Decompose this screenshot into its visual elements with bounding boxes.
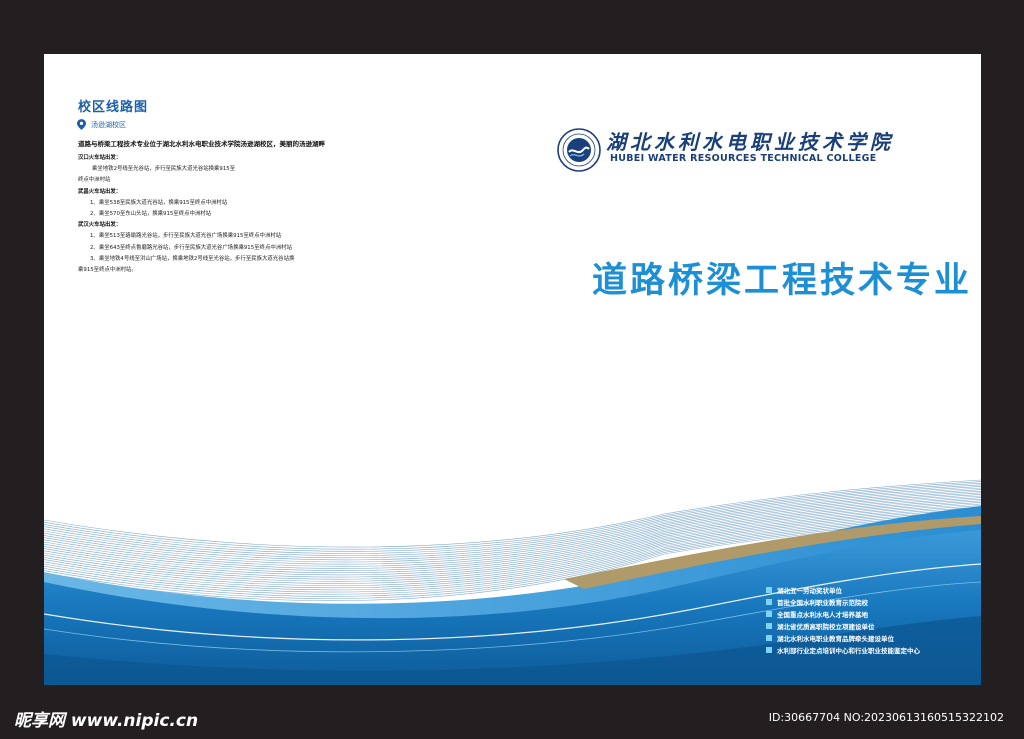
- campus-name: 汤逊湖校区: [91, 120, 126, 129]
- watermark-id: ID:30667704 NO:20230613160515322102: [768, 711, 1004, 724]
- honor-text: 湖北省优质高职院校立项建设单位: [777, 623, 875, 631]
- square-bullet-icon: [766, 647, 772, 653]
- route-line: 汉口火车站出发：: [78, 155, 122, 161]
- honor-item: 全国重点水利水电人才培养基地: [766, 608, 920, 620]
- honor-text: 湖北五一劳动奖状单位: [777, 587, 842, 595]
- college-name-cn: 湖北水利水电职业技术学院: [606, 130, 894, 154]
- college-name-en: HUBEI WATER RESOURCES TECHNICAL COLLEGE: [610, 153, 877, 164]
- campus-location: 汤逊湖校区: [77, 119, 126, 130]
- honor-text: 湖北水利水电职业教育品牌牵头建设单位: [777, 635, 894, 643]
- square-bullet-icon: [766, 635, 772, 641]
- college-seal-icon: [557, 128, 601, 172]
- square-bullet-icon: [766, 599, 772, 605]
- route-line: 2、乘坐643至终点鲁磨路光谷站，步行至民族大道光谷广场换乘915至终点中洲村站: [90, 244, 292, 251]
- square-bullet-icon: [766, 587, 772, 593]
- route-line: 2、乘坐570至东山头站，换乘915至终点中洲村站: [90, 211, 212, 218]
- route-line: 武汉火车站出发：: [78, 222, 122, 229]
- honor-item: 湖北五一劳动奖状单位: [766, 584, 920, 596]
- square-bullet-icon: [766, 611, 772, 617]
- honor-text: 水利部行业定点培训中心和行业职业技能鉴定中心: [777, 647, 920, 655]
- square-bullet-icon: [766, 623, 772, 629]
- route-intro: 道路与桥梁工程技术专业位于湖北水利水电职业技术学院汤逊湖校区，美丽的汤逊湖畔: [78, 140, 325, 148]
- honor-item: 湖北水利水电职业教育品牌牵头建设单位: [766, 632, 920, 644]
- honors-list: 湖北五一劳动奖状单位 首批全国水利职业教育示范院校 全国重点水利水电人才培养基地 湖北…: [766, 584, 920, 656]
- route-line: 1、乘坐513至珞瑜路光谷站，步行至民族大道光谷广场换乘915至终点中洲村站: [90, 233, 282, 240]
- route-map-title: 校区线路图: [78, 100, 149, 115]
- honor-text: 首批全国水利职业教育示范院校: [777, 599, 868, 607]
- major-title: 道路桥梁工程技术专业: [592, 261, 973, 301]
- route-directions: 汉口火车站出发： 乘坐地铁2号线至光谷站，步行至民族大道光谷站换乘915至终点中洲…: [78, 153, 408, 276]
- route-line: 终点中洲村站: [78, 177, 111, 184]
- watermark-site: 昵享网 www.nipic.cn: [14, 711, 199, 731]
- route-line: 乘915至终点中洲村站。: [78, 267, 137, 274]
- honor-item: 水利部行业定点培训中心和行业职业技能鉴定中心: [766, 644, 920, 656]
- brochure-cover: 校区线路图 汤逊湖校区 道路与桥梁工程技术专业位于湖北水利水电职业技术学院汤逊湖…: [44, 54, 981, 685]
- route-line: 1、乘坐538至民族大道光谷站，换乘915至终点中洲村站: [90, 199, 228, 206]
- honor-item: 湖北省优质高职院校立项建设单位: [766, 620, 920, 632]
- route-line: 武昌火车站出发：: [78, 188, 122, 195]
- honor-item: 首批全国水利职业教育示范院校: [766, 596, 920, 608]
- route-line: 3、乘坐地铁4号线至洪山广场站，换乘地铁2号线至光谷站，步行至民族大道光谷站换: [90, 255, 295, 262]
- honor-text: 全国重点水利水电人才培养基地: [777, 611, 868, 619]
- route-line: 乘坐地铁2号线至光谷站，步行至民族大道光谷站换乘915至: [92, 166, 236, 173]
- location-pin-icon: [77, 119, 86, 130]
